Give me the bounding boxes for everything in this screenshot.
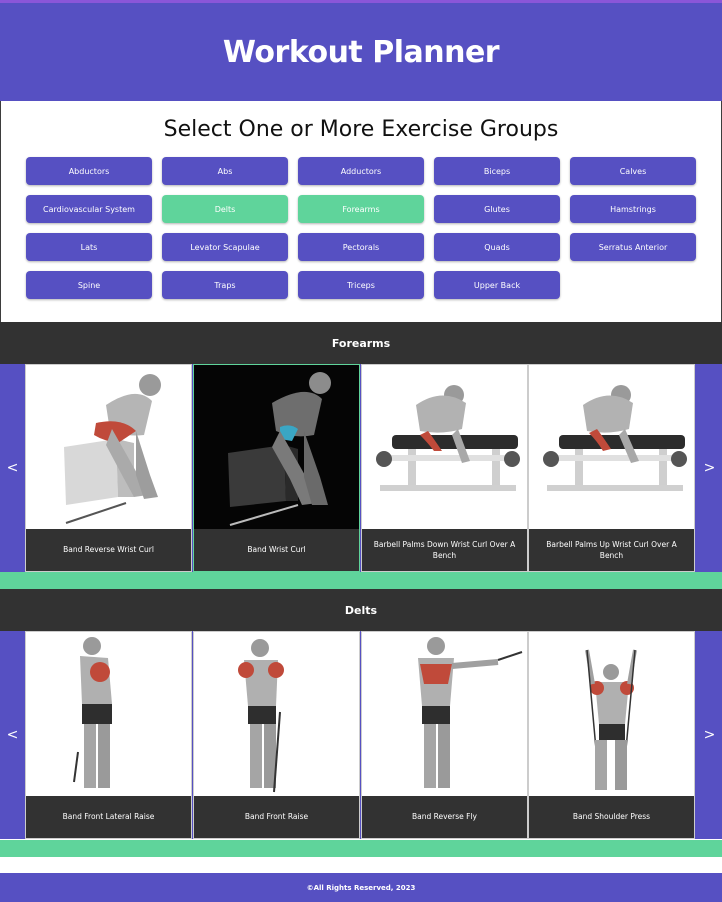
exercise-image: [529, 365, 694, 531]
group-button-abs[interactable]: Abs: [162, 157, 288, 185]
section-title-forearms: Forearms: [0, 322, 722, 364]
exercise-card[interactable]: Band Reverse Wrist Curl: [25, 364, 192, 572]
exercise-card[interactable]: Barbell Palms Up Wrist Curl Over A Bench: [528, 364, 695, 572]
exercise-caption: Band Reverse Wrist Curl: [26, 529, 191, 571]
carousel-prev-button[interactable]: <: [0, 631, 25, 839]
carousel-delts: < Band Front Lateral Raise Band Front Ra…: [0, 631, 722, 839]
group-button-spine[interactable]: Spine: [26, 271, 152, 299]
exercise-image: [529, 632, 694, 798]
exercise-image: [362, 632, 527, 798]
group-button-cardiovascular-system[interactable]: Cardiovascular System: [26, 195, 152, 223]
exercise-image: [194, 632, 359, 798]
exercise-card[interactable]: Band Front Lateral Raise: [25, 631, 192, 839]
group-button-quads[interactable]: Quads: [434, 233, 560, 261]
exercise-card[interactable]: Band Wrist Curl: [193, 364, 360, 572]
group-button-traps[interactable]: Traps: [162, 271, 288, 299]
page-footer: ©All Rights Reserved, 2023: [0, 873, 722, 902]
exercise-caption: Band Front Raise: [194, 796, 359, 838]
group-button-triceps[interactable]: Triceps: [298, 271, 424, 299]
section-divider: [0, 840, 722, 857]
exercise-card[interactable]: Band Shoulder Press: [528, 631, 695, 839]
app-title: Workout Planner: [222, 34, 500, 70]
carousel-next-button[interactable]: >: [697, 364, 722, 572]
group-button-forearms[interactable]: Forearms: [298, 195, 424, 223]
carousel-prev-button[interactable]: <: [0, 364, 25, 572]
exercise-card[interactable]: Band Front Raise: [193, 631, 360, 839]
exercise-image: [26, 632, 191, 798]
exercise-image: [362, 365, 527, 531]
group-button-adductors[interactable]: Adductors: [298, 157, 424, 185]
exercise-caption: Barbell Palms Up Wrist Curl Over A Bench: [529, 529, 694, 571]
group-button-abductors[interactable]: Abductors: [26, 157, 152, 185]
footer-copyright: ©All Rights Reserved, 2023: [306, 883, 416, 892]
group-selector: Select One or More Exercise Groups Abduc…: [0, 101, 722, 322]
group-button-delts[interactable]: Delts: [162, 195, 288, 223]
exercise-caption: Band Reverse Fly: [362, 796, 527, 838]
exercise-caption: Band Shoulder Press: [529, 796, 694, 838]
group-button-serratus-anterior[interactable]: Serratus Anterior: [570, 233, 696, 261]
group-button-levator-scapulae[interactable]: Levator Scapulae: [162, 233, 288, 261]
carousel-forearms: < Band Reverse Wrist Curl Band Wrist Cur…: [0, 364, 722, 572]
exercise-caption: Barbell Palms Down Wrist Curl Over A Ben…: [362, 529, 527, 571]
section-title-delts: Delts: [0, 589, 722, 631]
exercise-image: [194, 365, 359, 531]
exercise-card[interactable]: Barbell Palms Down Wrist Curl Over A Ben…: [361, 364, 528, 572]
group-button-lats[interactable]: Lats: [26, 233, 152, 261]
exercise-image: [26, 365, 191, 531]
group-button-upper-back[interactable]: Upper Back: [434, 271, 560, 299]
carousel-next-button[interactable]: >: [697, 631, 722, 839]
group-button-glutes[interactable]: Glutes: [434, 195, 560, 223]
app-header: Workout Planner: [0, 0, 722, 101]
group-button-biceps[interactable]: Biceps: [434, 157, 560, 185]
group-button-calves[interactable]: Calves: [570, 157, 696, 185]
section-divider: [0, 572, 722, 589]
group-button-hamstrings[interactable]: Hamstrings: [570, 195, 696, 223]
group-selector-heading: Select One or More Exercise Groups: [163, 117, 559, 142]
exercise-caption: Band Front Lateral Raise: [26, 796, 191, 838]
exercise-card[interactable]: Band Reverse Fly: [361, 631, 528, 839]
exercise-caption: Band Wrist Curl: [194, 529, 359, 571]
group-button-pectorals[interactable]: Pectorals: [298, 233, 424, 261]
